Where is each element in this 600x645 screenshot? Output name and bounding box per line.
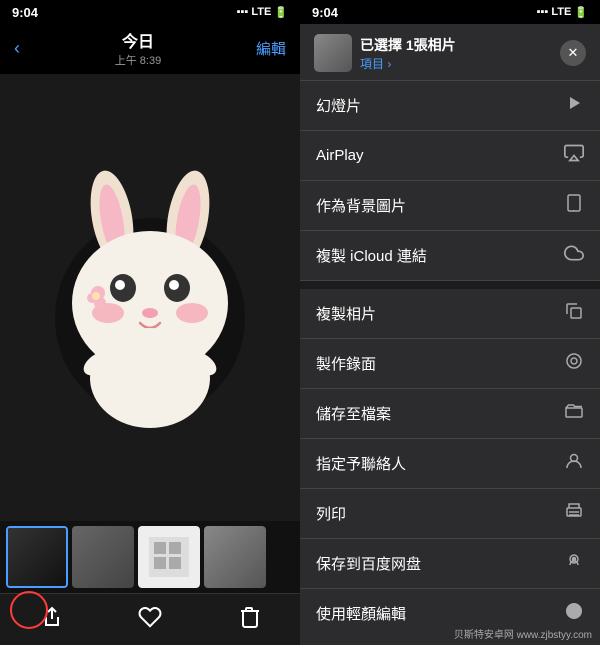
menu-item-baidu[interactable]: 保存到百度网盘 [300, 539, 600, 589]
right-signal: ▪▪▪ LTE 🔋 [537, 6, 588, 19]
thumb-2[interactable] [72, 526, 134, 588]
header-main-title: 已選擇 1張相片 [360, 35, 456, 55]
menu-item-savefiles-label: 儲存至檔案 [316, 403, 391, 424]
left-status-bar: 9:04 ▪▪▪ LTE 🔋 [0, 0, 300, 24]
menu-item-faceedit-label: 使用輕顏編輯 [316, 603, 406, 622]
thumb-1[interactable] [6, 526, 68, 588]
baidu-icon [564, 551, 584, 576]
share-button[interactable] [38, 605, 62, 635]
menu-item-slideshow-label: 幻燈片 [316, 95, 361, 116]
menu-header-title: 已選擇 1張相片 項目 › [360, 35, 456, 72]
bunny-illustration [40, 158, 260, 438]
left-signal: ▪▪▪ LTE 🔋 [237, 6, 288, 19]
menu-item-icloud-label: 複製 iCloud 連結 [316, 245, 427, 266]
airplay-icon [564, 143, 584, 168]
menu-item-slideshow[interactable]: 幻燈片 [300, 81, 600, 131]
left-time: 9:04 [12, 5, 38, 20]
menu-item-face-edit[interactable]: 使用輕顏編輯 [300, 589, 600, 622]
header-thumbnail [314, 34, 352, 72]
photo-strip [0, 521, 300, 593]
left-panel: 9:04 ▪▪▪ LTE 🔋 ‹ 今日 上午 8:39 編輯 [0, 0, 300, 645]
thumb-4[interactable] [204, 526, 266, 588]
right-panel: 9:04 ▪▪▪ LTE 🔋 已選擇 1張相片 項目 › ✕ 幻燈片 AirPl… [300, 0, 600, 645]
nav-title: 今日 [115, 28, 161, 52]
nav-subtitle: 上午 8:39 [115, 52, 161, 68]
menu-item-baidu-label: 保存到百度网盘 [316, 553, 421, 574]
video-icon [564, 351, 584, 376]
menu-item-makevideo-label: 製作錄面 [316, 353, 376, 374]
heart-button[interactable] [138, 605, 162, 635]
menu-item-wallpaper-label: 作為背景圖片 [316, 195, 406, 216]
menu-list: 幻燈片 AirPlay 作為背景圖片 複製 [300, 81, 600, 622]
menu-item-icloud-link[interactable]: 複製 iCloud 連結 [300, 231, 600, 281]
contact-icon [564, 451, 584, 476]
menu-item-print-label: 列印 [316, 503, 346, 524]
header-thumb-image [314, 34, 352, 72]
menu-item-assign-contact[interactable]: 指定予聯絡人 [300, 439, 600, 489]
right-time: 9:04 [312, 5, 338, 20]
menu-divider-1 [300, 281, 600, 289]
menu-header-left: 已選擇 1張相片 項目 › [314, 34, 456, 72]
close-button[interactable]: ✕ [560, 40, 586, 66]
menu-item-airplay[interactable]: AirPlay [300, 131, 600, 181]
menu-item-make-video[interactable]: 製作錄面 [300, 339, 600, 389]
back-button[interactable]: ‹ [14, 38, 20, 59]
menu-item-duplicate-label: 複製相片 [316, 303, 376, 324]
menu-item-wallpaper[interactable]: 作為背景圖片 [300, 181, 600, 231]
photo-bunny [0, 74, 300, 521]
folder-icon [564, 401, 584, 426]
icloud-icon [564, 243, 584, 268]
edit-button[interactable]: 編輯 [256, 38, 286, 59]
print-icon [564, 501, 584, 526]
left-nav: ‹ 今日 上午 8:39 編輯 [0, 24, 300, 74]
header-sub-link[interactable]: 項目 › [360, 55, 456, 72]
menu-item-print[interactable]: 列印 [300, 489, 600, 539]
nav-title-area: 今日 上午 8:39 [115, 28, 161, 68]
face-icon [564, 601, 584, 622]
watermark-bar: 贝斯特安卓网 www.zjbstyy.com [300, 622, 600, 645]
right-status-bar: 9:04 ▪▪▪ LTE 🔋 [300, 0, 600, 24]
bottom-toolbar [0, 593, 300, 645]
menu-item-save-files[interactable]: 儲存至檔案 [300, 389, 600, 439]
watermark-text: 贝斯特安卓网 www.zjbstyy.com [454, 626, 592, 641]
slideshow-icon [564, 93, 584, 118]
wallpaper-icon [564, 193, 584, 218]
photo-main [0, 74, 300, 521]
thumb-3[interactable] [138, 526, 200, 588]
menu-header: 已選擇 1張相片 項目 › ✕ [300, 24, 600, 81]
duplicate-icon [564, 301, 584, 326]
menu-item-duplicate[interactable]: 複製相片 [300, 289, 600, 339]
menu-item-contact-label: 指定予聯絡人 [316, 453, 406, 474]
menu-item-airplay-label: AirPlay [316, 147, 364, 164]
trash-button[interactable] [238, 605, 262, 635]
